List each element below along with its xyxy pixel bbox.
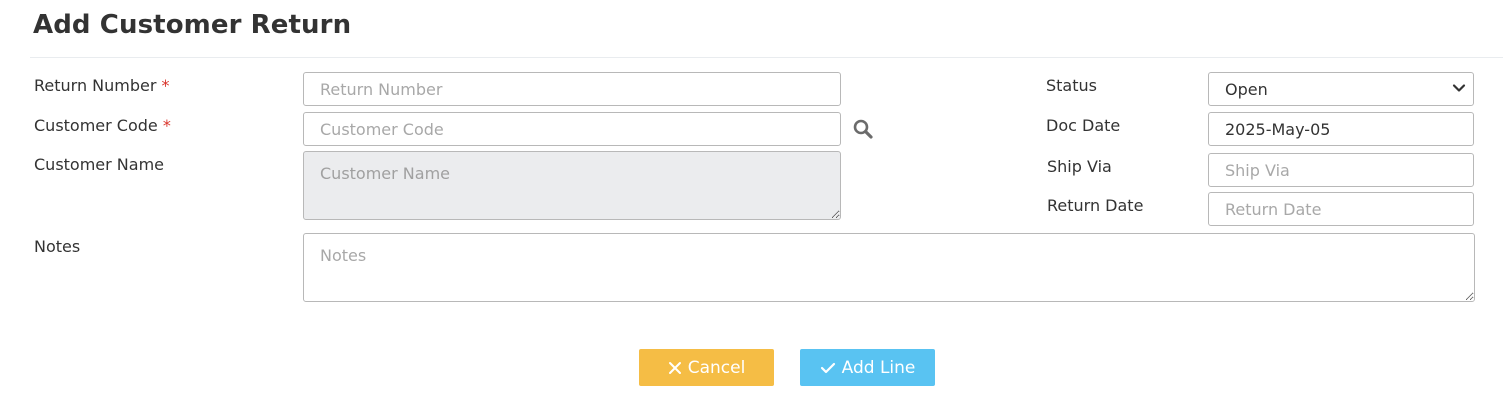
title-divider xyxy=(30,57,1503,58)
doc-date-label: Doc Date xyxy=(1046,116,1121,135)
return-number-label: Return Number * xyxy=(34,76,170,95)
customer-code-label-text: Customer Code xyxy=(34,116,158,135)
add-line-button-label: Add Line xyxy=(841,357,916,378)
notes-textarea[interactable] xyxy=(303,233,1475,302)
customer-code-label: Customer Code * xyxy=(34,116,171,135)
required-mark: * xyxy=(162,116,171,135)
return-date-label: Return Date xyxy=(1047,196,1144,215)
status-label: Status xyxy=(1046,76,1097,95)
close-icon xyxy=(668,361,681,374)
customer-name-field xyxy=(303,151,841,220)
ship-via-input[interactable] xyxy=(1208,153,1474,187)
status-select[interactable]: Open xyxy=(1208,72,1474,106)
customer-code-input[interactable] xyxy=(303,112,841,146)
page-title: Add Customer Return xyxy=(33,10,352,40)
doc-date-input[interactable] xyxy=(1208,112,1474,146)
cancel-button-label: Cancel xyxy=(687,357,746,378)
return-number-label-text: Return Number xyxy=(34,76,157,95)
search-icon xyxy=(853,119,873,139)
add-line-button[interactable]: Add Line xyxy=(800,349,935,386)
cancel-button[interactable]: Cancel xyxy=(639,349,774,386)
customer-name-label: Customer Name xyxy=(34,155,165,174)
check-icon xyxy=(820,362,835,373)
ship-via-label: Ship Via xyxy=(1047,157,1112,176)
return-number-input[interactable] xyxy=(303,72,841,106)
status-select-wrapper: Open xyxy=(1208,72,1474,106)
required-mark: * xyxy=(161,76,170,95)
return-date-input[interactable] xyxy=(1208,192,1474,226)
notes-label: Notes xyxy=(34,237,81,256)
customer-search-button[interactable] xyxy=(852,118,874,140)
